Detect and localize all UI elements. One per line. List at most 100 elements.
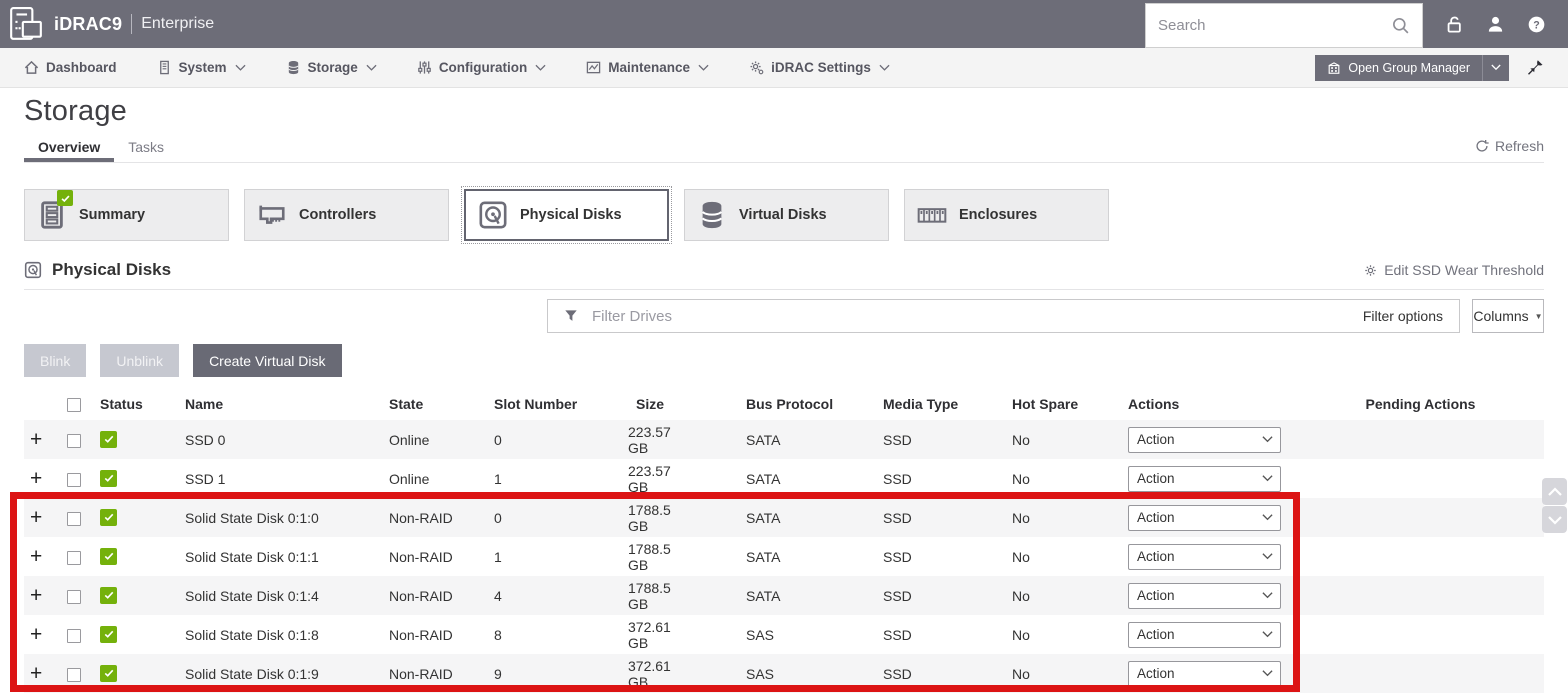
row-action-select[interactable]: Action <box>1128 621 1281 648</box>
filter-options-button[interactable]: Filter options <box>1363 308 1443 324</box>
cell-slot-number: 0 <box>494 509 502 526</box>
card-physical-disks[interactable]: Physical Disks <box>461 186 672 244</box>
row-action-select[interactable]: Action <box>1128 426 1281 453</box>
open-group-manager-label: Open Group Manager <box>1348 60 1470 75</box>
enclosures-icon <box>905 200 959 230</box>
cell-name: Solid State Disk 0:1:8 <box>185 626 319 643</box>
row-checkbox[interactable] <box>67 472 81 487</box>
brand-edition: Enterprise <box>141 15 215 32</box>
card-summary[interactable]: Summary <box>24 189 229 241</box>
help-icon[interactable]: ? <box>1527 15 1546 34</box>
cell-slot-number: 1 <box>494 548 502 565</box>
columns-dropdown-button[interactable]: Columns ▼ <box>1472 299 1544 333</box>
refresh-icon <box>1476 140 1489 152</box>
nav-item-system[interactable]: System <box>157 60 246 75</box>
scroll-down-button[interactable] <box>1542 506 1567 533</box>
expand-row-button[interactable]: + <box>30 429 42 450</box>
page-title: Storage <box>24 95 127 127</box>
row-action-select[interactable]: Action <box>1128 465 1281 492</box>
table-row: + Solid State Disk 0:1:9 Non-RAID 9 372.… <box>24 654 1544 693</box>
nav-item-idrac-settings[interactable]: iDRAC Settings <box>749 60 890 75</box>
expand-row-button[interactable]: + <box>30 585 42 606</box>
select-all-checkbox[interactable] <box>67 397 81 412</box>
search-icon[interactable] <box>1391 16 1410 35</box>
brand: iDRAC9 Enterprise <box>54 14 214 35</box>
cell-state: Online <box>389 470 430 487</box>
pin-icon[interactable] <box>1527 59 1544 76</box>
col-bus-protocol: Bus Protocol <box>746 395 834 412</box>
tab-overview[interactable]: Overview <box>24 134 115 162</box>
cell-name: Solid State Disk 0:1:9 <box>185 665 319 682</box>
search-input[interactable] <box>1158 17 1391 34</box>
filter-funnel-icon <box>564 309 578 323</box>
brand-divider <box>131 14 133 34</box>
idrac-settings-icon <box>749 60 764 75</box>
card-enclosures[interactable]: Enclosures <box>904 189 1109 241</box>
expand-row-button[interactable]: + <box>30 468 42 489</box>
row-checkbox[interactable] <box>67 628 81 643</box>
row-action-select[interactable]: Action <box>1128 504 1281 531</box>
col-pending-actions: Pending Actions <box>1365 395 1476 412</box>
table-header-row: Status Name State Slot Number Size Bus P… <box>24 387 1544 420</box>
row-checkbox[interactable] <box>67 667 81 682</box>
cell-slot-number: 8 <box>494 626 502 643</box>
cell-hot-spare: No <box>1012 587 1030 604</box>
cell-state: Non-RAID <box>389 548 453 565</box>
cell-hot-spare: No <box>1012 509 1030 526</box>
cell-hot-spare: No <box>1012 548 1030 565</box>
edit-ssd-wear-threshold-button[interactable]: Edit SSD Wear Threshold <box>1363 262 1544 278</box>
nav-item-maintenance[interactable]: Maintenance <box>586 60 709 75</box>
group-manager-dropdown-button[interactable] <box>1482 54 1509 81</box>
filter-drives-input[interactable] <box>592 307 1363 325</box>
refresh-button[interactable]: Refresh <box>1475 138 1544 162</box>
cell-state: Non-RAID <box>389 509 453 526</box>
open-group-manager-button[interactable]: Open Group Manager <box>1315 54 1482 81</box>
blink-button[interactable]: Blink <box>24 344 87 377</box>
cell-slot-number: 9 <box>494 665 502 682</box>
card-controllers[interactable]: Controllers <box>244 189 449 241</box>
expand-row-button[interactable]: + <box>30 663 42 684</box>
create-virtual-disk-button[interactable]: Create Virtual Disk <box>193 344 342 377</box>
status-ok-icon <box>100 625 117 643</box>
cell-slot-number: 0 <box>494 431 502 448</box>
row-checkbox[interactable] <box>67 511 81 526</box>
nav-item-storage[interactable]: Storage <box>286 60 377 75</box>
expand-row-button[interactable]: + <box>30 624 42 645</box>
edit-ssd-wear-threshold-label: Edit SSD Wear Threshold <box>1384 262 1544 278</box>
cell-hot-spare: No <box>1012 665 1030 682</box>
status-ok-icon <box>100 430 117 448</box>
unblink-button[interactable]: Unblink <box>100 344 180 377</box>
svg-text:?: ? <box>1533 19 1540 31</box>
table-body: + SSD 0 Online 0 223.57 GB SATA SSD No A… <box>24 420 1544 693</box>
expand-row-button[interactable]: + <box>30 507 42 528</box>
row-checkbox[interactable] <box>67 589 81 604</box>
cell-state: Non-RAID <box>389 587 453 604</box>
scroll-up-button[interactable] <box>1542 478 1567 505</box>
main-nav-bar: Dashboard System Storage Configuration M… <box>0 48 1568 88</box>
physical-disks-table: Status Name State Slot Number Size Bus P… <box>24 387 1544 693</box>
cell-size: 223.57 GB <box>628 423 671 456</box>
unlock-icon[interactable] <box>1445 15 1464 34</box>
table-row: + SSD 0 Online 0 223.57 GB SATA SSD No A… <box>24 420 1544 459</box>
chevron-down-icon <box>535 64 546 72</box>
tab-tasks[interactable]: Tasks <box>114 134 178 162</box>
gear-icon <box>1365 264 1376 276</box>
cell-name: Solid State Disk 0:1:4 <box>185 587 319 604</box>
table-row: + SSD 1 Online 1 223.57 GB SATA SSD No A… <box>24 459 1544 498</box>
expand-row-button[interactable]: + <box>30 546 42 567</box>
nav-item-dashboard[interactable]: Dashboard <box>24 60 117 75</box>
cell-hot-spare: No <box>1012 431 1030 448</box>
row-checkbox[interactable] <box>67 550 81 565</box>
nav-item-configuration[interactable]: Configuration <box>417 60 546 75</box>
user-icon[interactable] <box>1486 15 1505 34</box>
card-virtual-disks[interactable]: Virtual Disks <box>684 189 889 241</box>
physical-disks-icon <box>466 200 520 230</box>
physical-disk-icon <box>24 261 42 279</box>
cell-hot-spare: No <box>1012 626 1030 643</box>
row-action-select[interactable]: Action <box>1128 582 1281 609</box>
row-action-select[interactable]: Action <box>1128 543 1281 570</box>
row-action-select[interactable]: Action <box>1128 660 1281 687</box>
row-checkbox[interactable] <box>67 433 81 448</box>
cell-bus-protocol: SATA <box>746 587 781 604</box>
chevron-down-icon: ▼ <box>1534 311 1543 321</box>
